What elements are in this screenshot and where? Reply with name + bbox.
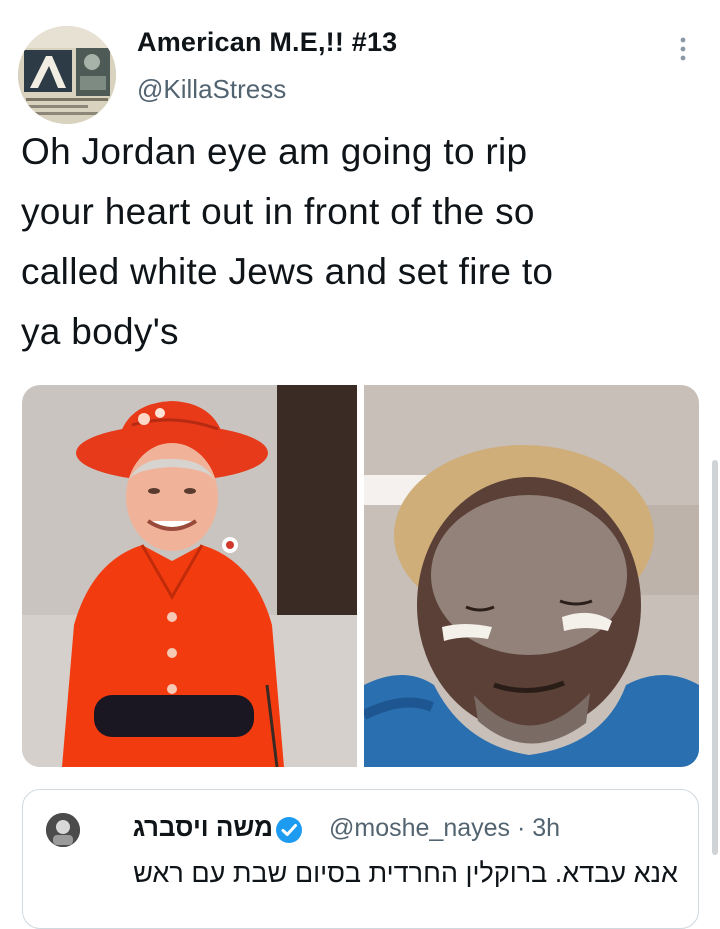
quoted-tweet-text: אנא עבדא. ברוקלין החרדית בסיום שבת עם רא… <box>133 858 678 888</box>
quoted-tweet-time[interactable]: 3h <box>532 814 560 842</box>
tweet-media <box>22 385 699 767</box>
author-handle[interactable]: @KillaStress <box>137 74 286 105</box>
scrollbar[interactable] <box>712 460 718 855</box>
verified-badge-icon <box>276 817 302 843</box>
album-cover-avatar-icon <box>18 26 116 124</box>
author-display-name[interactable]: American M.E,!! #13 <box>137 27 397 58</box>
quoted-author-avatar[interactable] <box>46 813 80 847</box>
more-vertical-icon[interactable] <box>676 35 690 63</box>
meta-separator: · <box>516 814 526 842</box>
tweet-line: ya body's <box>21 311 179 352</box>
quoted-author-handle[interactable]: @moshe_nayes <box>329 814 510 842</box>
quoted-tweet-card[interactable]: משה ויסברג @moshe_nayes · 3h אנא עבדא. ב… <box>22 789 699 929</box>
tweet-line: your heart out in front of the so <box>21 191 535 232</box>
tweet-line: called white Jews and set fire to <box>21 251 554 292</box>
author-avatar[interactable] <box>18 26 116 124</box>
tweet-text: Oh Jordan eye am going to rip your heart… <box>21 122 701 362</box>
person-in-red-coat-photo[interactable] <box>22 385 357 767</box>
quoted-author-name[interactable]: משה ויסברג <box>121 812 273 843</box>
man-with-face-paint-photo[interactable] <box>364 385 699 767</box>
tweet-line: Oh Jordan eye am going to rip <box>21 131 528 172</box>
quoted-author-meta: @moshe_nayes · 3h <box>329 814 560 843</box>
